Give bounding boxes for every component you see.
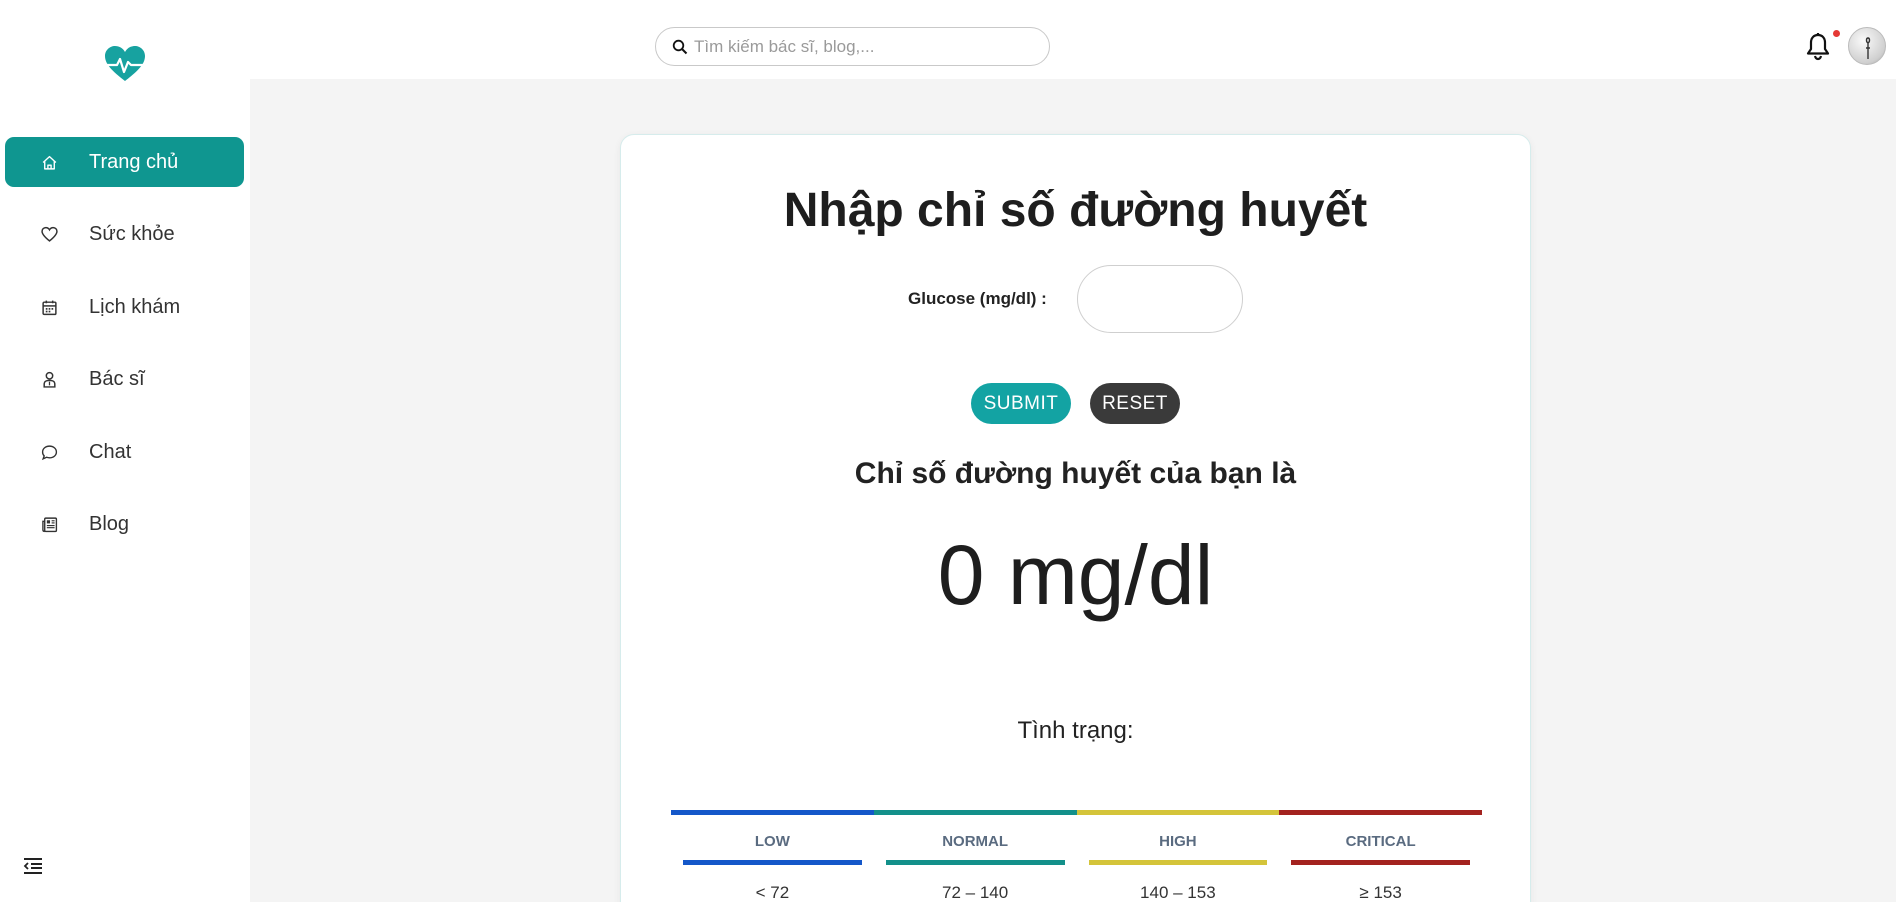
level-range: ≥ 153 — [1359, 883, 1402, 902]
sidebar: Trang chủ Sức khỏe Lịch khám Bác sĩ Chat — [0, 0, 250, 902]
level-high: HIGH 140 – 153 — [1076, 810, 1280, 902]
sidebar-item-label: Trang chủ — [89, 150, 179, 173]
level-underline — [1291, 860, 1470, 865]
level-bar — [1076, 810, 1280, 815]
sidebar-item-chat[interactable]: Chat — [5, 427, 244, 477]
level-range: 140 – 153 — [1140, 883, 1216, 902]
heart-icon — [5, 226, 85, 243]
sidebar-item-health[interactable]: Sức khỏe — [5, 210, 244, 260]
collapse-sidebar-icon[interactable] — [22, 855, 44, 877]
user-avatar[interactable] — [1848, 27, 1886, 65]
glucose-form-card: Nhập chỉ số đường huyết Glucose (mg/dl) … — [620, 134, 1531, 902]
submit-button[interactable]: SUBMIT — [971, 383, 1071, 424]
status-label: Tình trạng: — [1017, 717, 1134, 744]
level-underline — [683, 860, 862, 865]
doctor-icon — [5, 371, 85, 388]
sidebar-item-blog[interactable]: Blog — [5, 500, 244, 550]
sidebar-item-label: Lịch khám — [89, 295, 181, 318]
level-bar — [671, 810, 874, 815]
top-bar — [250, 0, 1896, 79]
reset-button[interactable]: RESET — [1090, 383, 1180, 424]
level-critical: CRITICAL ≥ 153 — [1279, 810, 1482, 902]
level-name: HIGH — [1159, 833, 1197, 850]
notification-bell-icon[interactable] — [1805, 32, 1831, 62]
home-icon — [5, 154, 85, 171]
sidebar-nav: Trang chủ Sức khỏe Lịch khám Bác sĩ Chat — [5, 137, 244, 572]
level-bar — [873, 810, 1077, 815]
level-range: 72 – 140 — [942, 883, 1009, 902]
sidebar-item-label: Chat — [89, 440, 132, 463]
level-underline — [885, 860, 1065, 865]
chat-icon — [5, 444, 85, 461]
glucose-label: Glucose (mg/dl) : — [908, 289, 1047, 308]
level-normal: NORMAL 72 – 140 — [873, 810, 1077, 902]
newspaper-icon — [5, 516, 85, 533]
search-box[interactable] — [655, 27, 1050, 66]
search-input[interactable] — [694, 36, 1024, 57]
heart-pulse-logo-icon[interactable] — [104, 46, 146, 82]
sidebar-item-label: Sức khỏe — [89, 223, 175, 245]
level-bar — [1279, 810, 1482, 815]
sidebar-item-doctors[interactable]: Bác sĩ — [5, 355, 244, 405]
glucose-level-scale: LOW < 72 NORMAL 72 – 140 HIGH 140 – 153 … — [671, 810, 1482, 902]
search-icon — [672, 39, 688, 54]
notification-dot — [1833, 30, 1840, 37]
level-name: CRITICAL — [1345, 833, 1416, 850]
level-underline — [1088, 860, 1268, 865]
calendar-icon — [5, 299, 85, 316]
level-range: < 72 — [755, 883, 790, 902]
level-low: LOW < 72 — [671, 810, 874, 902]
sidebar-item-label: Blog — [89, 513, 130, 535]
result-heading: Chỉ số đường huyết của bạn là — [854, 457, 1297, 490]
sidebar-item-appointments[interactable]: Lịch khám — [5, 282, 244, 332]
avatar-figure-icon — [1865, 37, 1871, 59]
glucose-field-row: Glucose (mg/dl) : — [621, 265, 1530, 333]
level-name: LOW — [754, 833, 790, 850]
page-title: Nhập chỉ số đường huyết — [783, 184, 1368, 237]
glucose-input[interactable] — [1077, 265, 1243, 333]
glucose-result-value: 0 mg/dl — [937, 528, 1214, 622]
level-name: NORMAL — [942, 833, 1009, 850]
sidebar-item-home[interactable]: Trang chủ — [5, 137, 244, 187]
sidebar-item-label: Bác sĩ — [89, 368, 145, 390]
